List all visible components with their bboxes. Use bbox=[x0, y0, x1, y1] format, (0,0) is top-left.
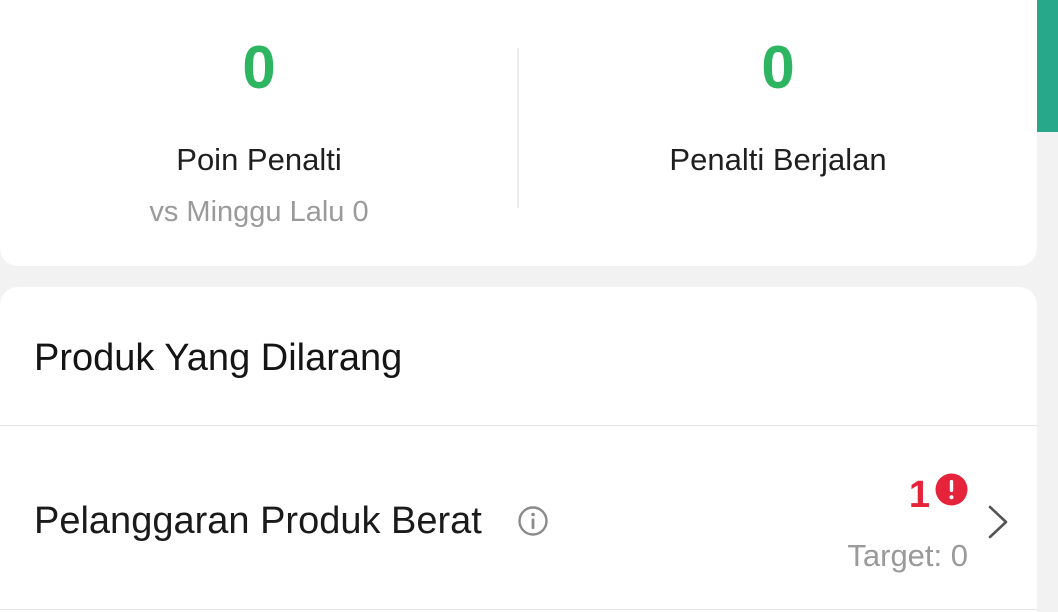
row-label: Pelanggaran Produk Berat bbox=[34, 500, 482, 542]
penalty-points-value: 0 bbox=[242, 34, 276, 101]
section-title: Produk Yang Dilarang bbox=[34, 337, 403, 379]
chevron-right-icon[interactable] bbox=[985, 503, 1011, 541]
ongoing-penalty-label: Penalti Berjalan bbox=[669, 142, 887, 177]
penalty-points-label: Poin Penalti bbox=[176, 142, 342, 177]
penalty-stats-card: 0 Poin Penalti vs Minggu Lalu 0 0 Penalt… bbox=[0, 0, 1037, 266]
ongoing-penalty-value: 0 bbox=[761, 34, 795, 101]
violation-count: 1 bbox=[908, 474, 930, 516]
scrollbar-thumb[interactable] bbox=[1037, 0, 1058, 132]
list-item-serious-violation[interactable]: Pelanggaran Produk Berat 1 Target: 0 bbox=[0, 426, 1037, 610]
target-value: Target: 0 bbox=[847, 538, 968, 573]
alert-icon bbox=[935, 473, 968, 506]
prohibited-products-card: Produk Yang Dilarang Pelanggaran Produk … bbox=[0, 287, 1037, 612]
info-icon[interactable] bbox=[517, 505, 549, 537]
row-divider bbox=[0, 609, 1037, 610]
page: 0 Poin Penalti vs Minggu Lalu 0 0 Penalt… bbox=[0, 0, 1058, 612]
penalty-points-comparison: vs Minggu Lalu 0 bbox=[149, 196, 369, 228]
